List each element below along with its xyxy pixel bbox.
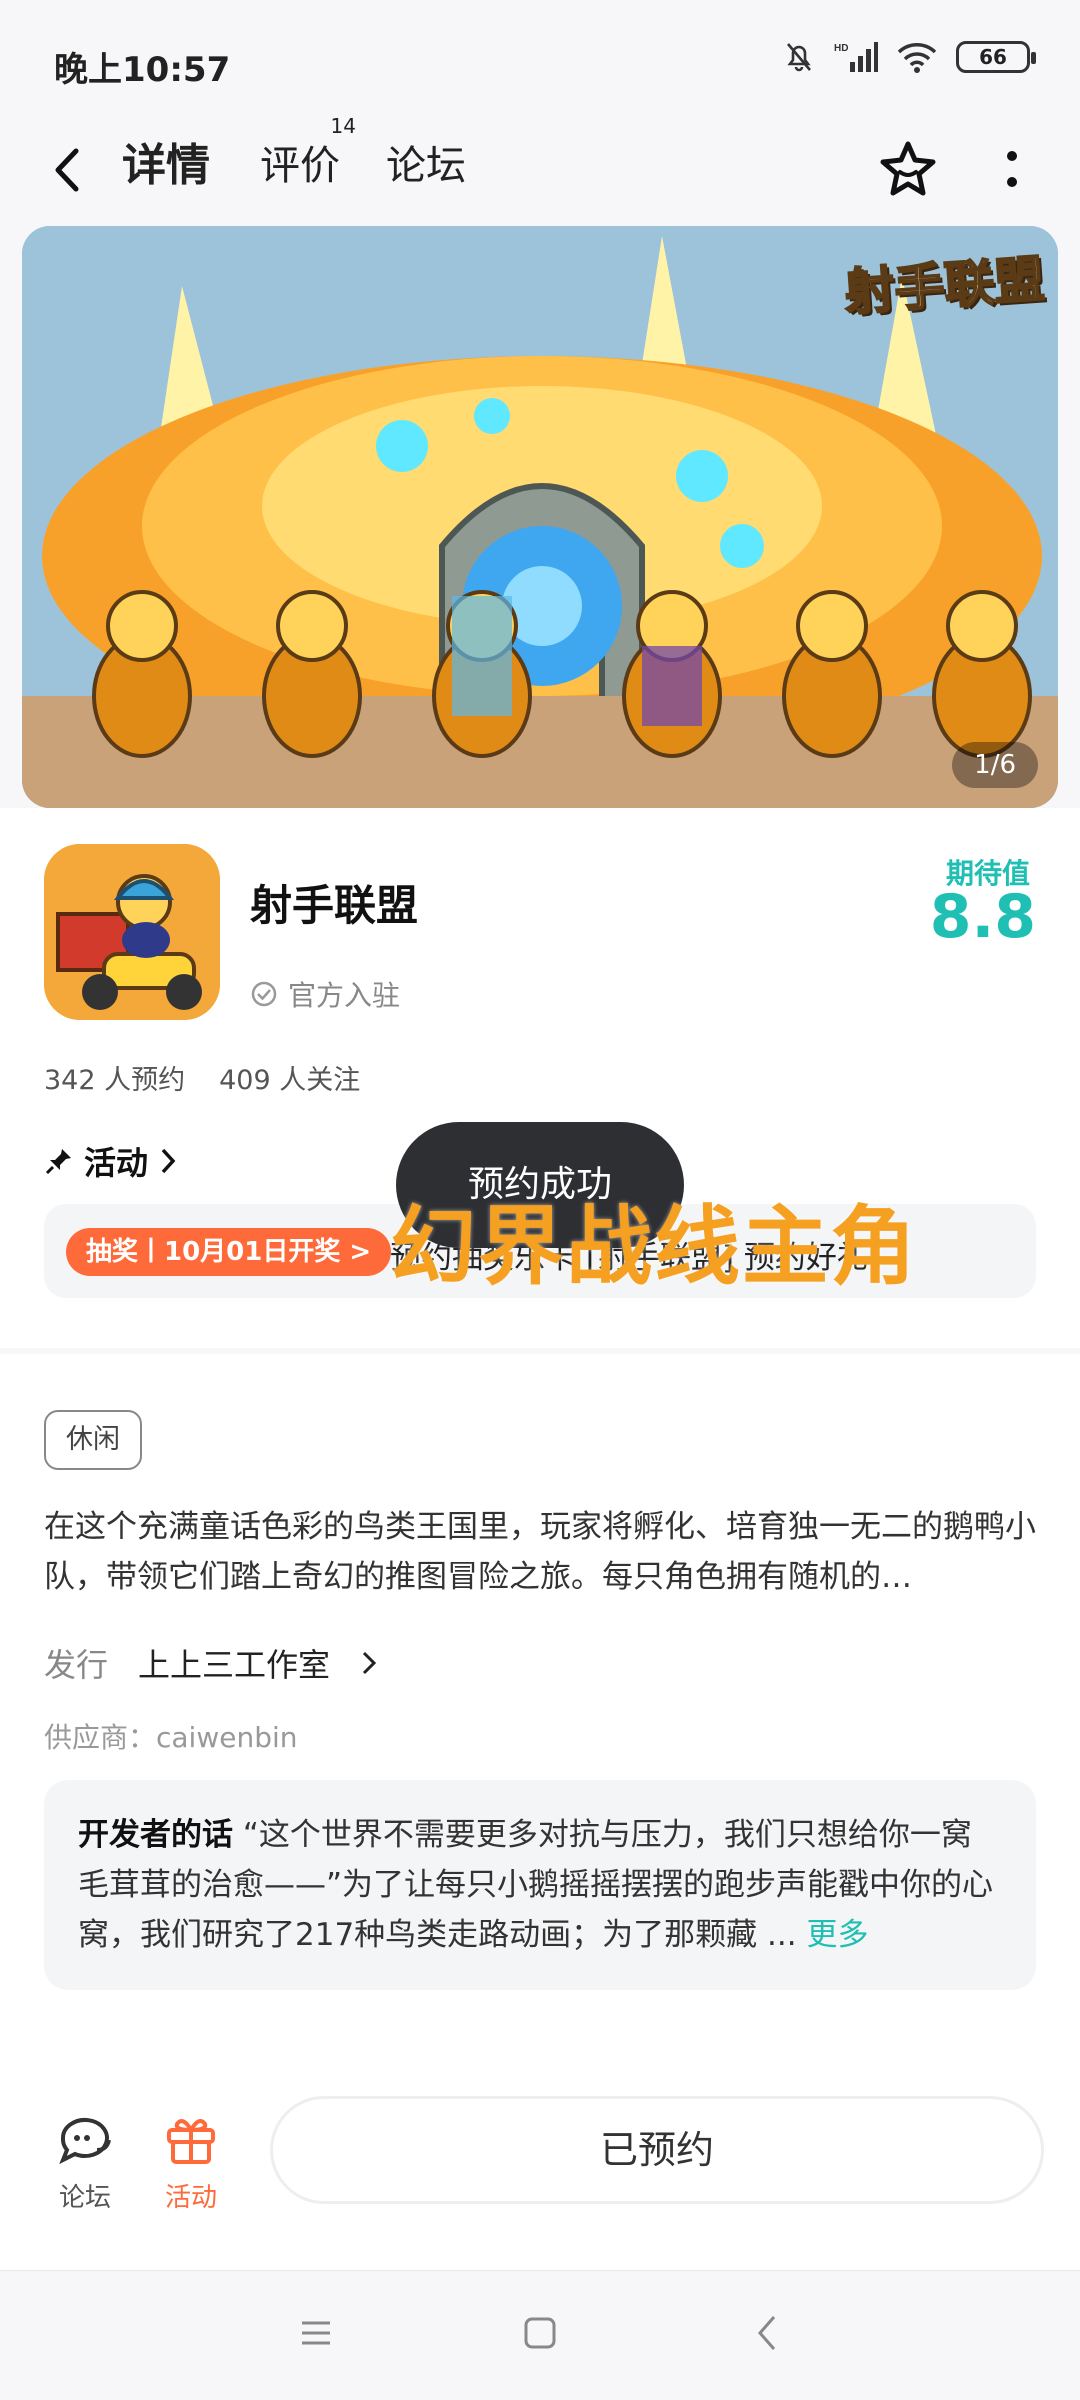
- home-icon[interactable]: [522, 2315, 558, 2351]
- status-icons: HD 66: [782, 40, 1036, 74]
- reviews-count-badge: 14: [330, 114, 356, 138]
- overlay-watermark-title: 幻界战线主角: [390, 1197, 918, 1297]
- top-navigation: 详情 评价 14 论坛: [0, 116, 1080, 220]
- mute-bell-icon: [787, 43, 811, 72]
- forum-shortcut[interactable]: 论坛: [40, 2110, 130, 2214]
- publisher-label: 发行: [44, 1646, 109, 1684]
- activity-header[interactable]: 活动: [44, 1138, 178, 1184]
- more-vertical-icon: [1007, 151, 1017, 187]
- official-label: 官方入驻: [288, 979, 401, 1012]
- chat-bubble-icon: [59, 2117, 111, 2165]
- system-navigation-bar: [0, 2270, 1080, 2400]
- status-time: 晚上10:57: [54, 50, 231, 90]
- supplier-info: 供应商：caiwenbin: [44, 1721, 298, 1754]
- reservation-count: 342 人预约: [44, 1065, 186, 1096]
- status-bar: 晚上10:57 HD 66: [0, 0, 1080, 120]
- check-circle-icon: [251, 981, 277, 1007]
- follower-count: 409 人关注: [219, 1065, 361, 1096]
- tab-details-label: 详情: [122, 140, 210, 191]
- back-nav-icon[interactable]: [752, 2313, 782, 2353]
- activity-heading: 活动: [84, 1144, 149, 1182]
- game-logo: 射手联盟: [841, 249, 1047, 323]
- publisher-row[interactable]: 发行 上上三工作室: [44, 1640, 378, 1686]
- app-icon-image: [44, 844, 220, 1020]
- chevron-left-icon: [55, 148, 79, 192]
- publisher-name: 上上三工作室: [138, 1646, 331, 1684]
- activity-shortcut[interactable]: 活动: [146, 2110, 236, 2214]
- gift-icon: [167, 2119, 215, 2164]
- forum-shortcut-label: 论坛: [58, 2183, 111, 2213]
- tab-reviews-label: 评价: [260, 143, 340, 189]
- app-icon: [44, 844, 220, 1020]
- star-icon: [880, 141, 936, 196]
- screenshot-carousel[interactable]: 射手联盟 1/6: [22, 226, 1058, 808]
- svg-text:HD: HD: [834, 43, 848, 54]
- app-name: 射手联盟: [250, 881, 419, 930]
- battery-indicator: 66: [956, 41, 1036, 73]
- tab-reviews[interactable]: 评价 14: [260, 116, 356, 198]
- game-details-section: 休闲 在这个充满童话色彩的鸟类王国里，玩家将孵化、培育独一无二的鹅鸭小队，带领它…: [0, 1354, 1080, 2074]
- chevron-right-icon: [161, 1148, 176, 1174]
- bottom-action-bar: 论坛 活动 已预约: [0, 2074, 1080, 2270]
- more-link[interactable]: 更多: [806, 1917, 868, 1953]
- chevron-right-icon: [362, 1651, 377, 1675]
- back-button[interactable]: [52, 138, 98, 202]
- carousel-page-indicator: 1/6: [952, 742, 1038, 788]
- lottery-tag: 抽奖丨10月01日开奖 >: [66, 1228, 392, 1276]
- official-badge: 官方入驻: [250, 974, 400, 1014]
- pin-icon: [45, 1149, 71, 1175]
- expectation-score: 8.8: [929, 882, 1036, 952]
- signal-icon: HD: [834, 42, 878, 72]
- developer-notes-label: 开发者的话: [78, 1817, 233, 1853]
- tab-forum-label: 论坛: [386, 143, 466, 189]
- activity-shortcut-label: 活动: [164, 2183, 217, 2213]
- wifi-icon: [897, 43, 937, 73]
- reserved-button[interactable]: 已预约: [270, 2096, 1044, 2204]
- genre-tag[interactable]: 休闲: [44, 1410, 142, 1470]
- tab-details[interactable]: 详情: [122, 134, 210, 198]
- game-description[interactable]: 在这个充满童话色彩的鸟类王国里，玩家将孵化、培育独一无二的鹅鸭小队，带领它们踏上…: [44, 1502, 1040, 1602]
- favorite-button[interactable]: [876, 138, 940, 202]
- tab-forum[interactable]: 论坛: [386, 134, 466, 198]
- developer-notes-card[interactable]: 开发者的话 “这个世界不需要更多对抗与压力，我们只想给你一窝毛茸茸的治愈——”为…: [44, 1780, 1036, 1990]
- app-stats: 342 人预约 409 人关注: [44, 1058, 360, 1097]
- more-options-button[interactable]: [1000, 142, 1024, 198]
- menu-icon[interactable]: [298, 2315, 334, 2351]
